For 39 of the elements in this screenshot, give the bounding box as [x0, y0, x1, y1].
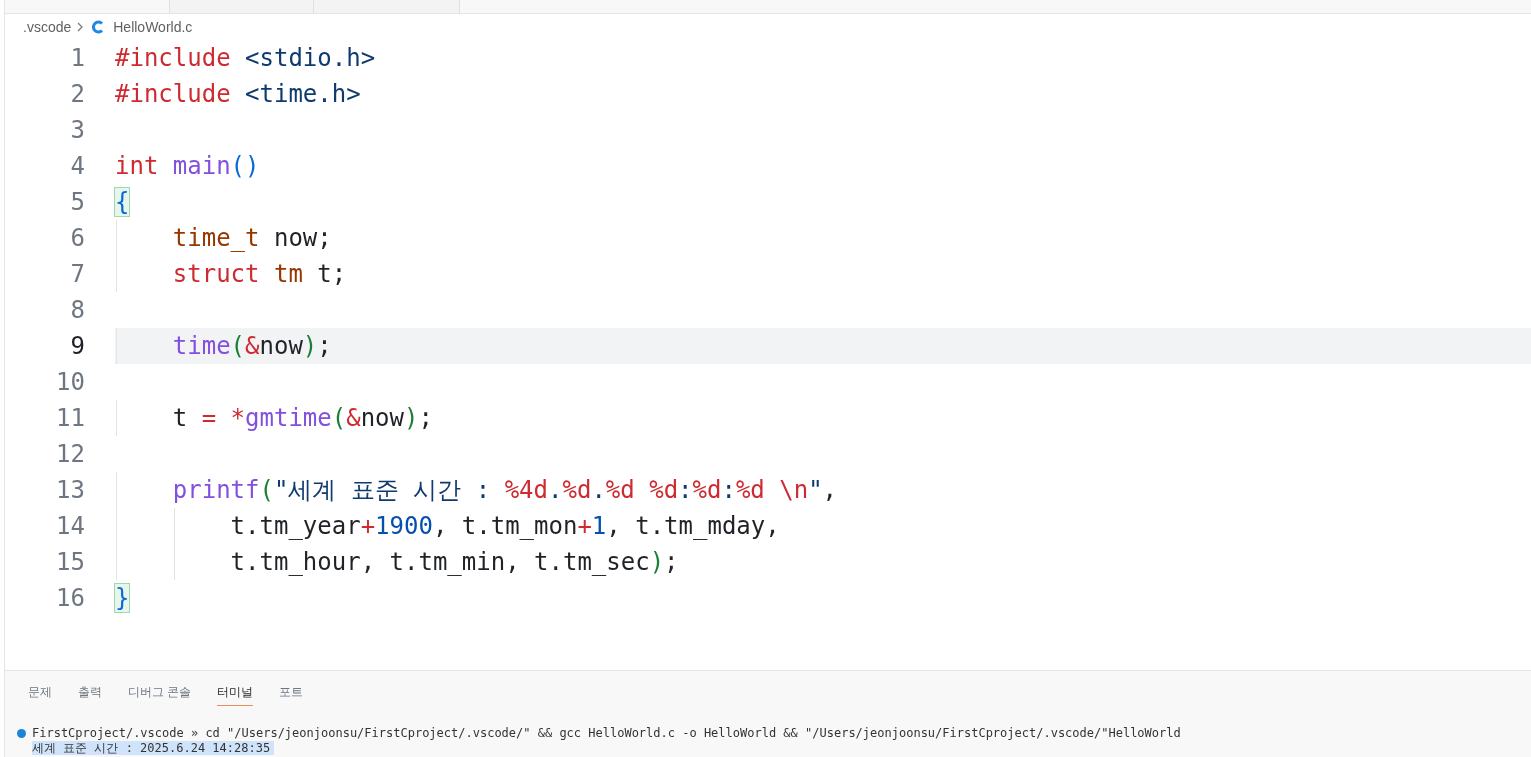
line-number: 6: [69, 223, 85, 254]
terminal-output: 세계 표준 시간 : 2025.6.24 14:28:35: [32, 741, 275, 755]
terminal-command: FirstCproject/.vscode » cd "/Users/jeonjoonsu/FirstCproject/.vscode/" && gcc HelloWorld.c -o HelloWorld && "/Users/jeonjoonsu/FirstCproject/.vscode/"HelloWorld: [32, 726, 1181, 741]
panel-tab[interactable]: 문제: [28, 683, 52, 706]
panel-tab[interactable]: 디버그 콘솔: [128, 683, 192, 706]
code-line: #include <stdio.h>: [115, 43, 376, 74]
panel-tab[interactable]: 포트: [279, 683, 304, 706]
code-line: #include <time.h>: [115, 79, 361, 110]
line-number: 1: [69, 43, 85, 74]
breadcrumb-file[interactable]: HelloWorld.c: [113, 16, 193, 38]
code-line: printf("세계 표준 시간 : %4d.%d.%d %d:%d:%d \n",: [171, 475, 838, 506]
code-line: t.tm_hour, t.tm_min, t.tm_sec);: [229, 547, 679, 578]
code-line: time_t now;: [171, 223, 332, 254]
line-number: 11: [55, 403, 85, 434]
code-line: t = *gmtime(&now);: [171, 403, 433, 434]
editor-tab[interactable]: [169, 0, 314, 13]
editor-tab[interactable]: [314, 0, 460, 13]
line-number: 4: [69, 151, 85, 182]
code-line: int main(): [115, 151, 260, 182]
line-number: 8: [69, 295, 85, 326]
line-number: 3: [69, 115, 85, 146]
line-number: 2: [69, 79, 85, 110]
breadcrumb-folder[interactable]: .vscode: [23, 16, 72, 38]
chevron-right-icon: [76, 22, 85, 32]
line-number: 15: [55, 547, 85, 578]
c-file-icon: [92, 20, 105, 34]
panel-tab[interactable]: 출력: [78, 683, 102, 706]
code-line: time(&now);: [171, 331, 332, 362]
line-number: 5: [69, 187, 85, 218]
line-number: 12: [55, 439, 85, 470]
code-line: struct tm t;: [171, 259, 347, 290]
code-line: t.tm_year+1900, t.tm_mon+1, t.tm_mday,: [229, 511, 780, 542]
line-number: 14: [55, 511, 85, 542]
line-number: 7: [69, 259, 85, 290]
line-number: 16: [55, 583, 85, 614]
line-number: 10: [55, 367, 85, 398]
line-number: 9: [69, 331, 85, 362]
panel-tab[interactable]: 터미널: [217, 683, 254, 706]
line-number: 13: [55, 475, 85, 506]
